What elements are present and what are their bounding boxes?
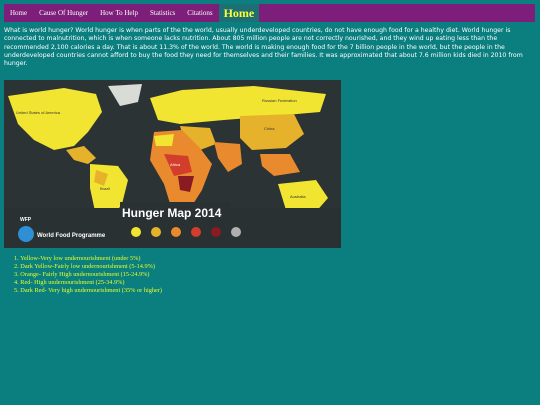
wfp-name: World Food Programme [37, 233, 106, 239]
intro-paragraph: What is world hunger? World hunger is wh… [4, 27, 523, 68]
legend-item: 2. Dark Yellow-Fairly low undernourishme… [14, 263, 155, 271]
label-asia: China [264, 126, 275, 131]
label-africa: Africa [170, 162, 181, 167]
label-south-america: Brazil [100, 186, 110, 191]
label-australia: Australia [290, 194, 306, 199]
map-title: Hunger Map 2014 [122, 206, 222, 220]
legend-item: 3. Orange- Fairly High undernourishment … [14, 271, 150, 279]
wfp-acronym: WFP [20, 217, 32, 223]
nav-item-citations[interactable]: Citations [181, 4, 218, 22]
hunger-map-image: Hunger Map 2014 WFP World Food Programme… [4, 80, 341, 248]
nav-item-statistics[interactable]: Statistics [144, 4, 181, 22]
wfp-logo-icon [18, 226, 34, 242]
legend-item: 4. Red- High undernourishment (25-34.9%) [14, 279, 125, 287]
legend-item: 1. Yellow-Very low undernourishment (und… [14, 255, 141, 262]
hunger-map-graphic: Hunger Map 2014 WFP World Food Programme… [4, 80, 341, 248]
nav-item-cause-of-hunger[interactable]: Cause Of Hunger [33, 4, 94, 22]
page-title-home: Home [218, 4, 260, 22]
label-north-america: United States of America [16, 110, 61, 115]
top-navigation-bar: Home Cause Of Hunger How To Help Statist… [4, 4, 535, 22]
undernourishment-legend: 1. Yellow-Very low undernourishment (und… [14, 255, 162, 295]
nav-item-how-to-help[interactable]: How To Help [94, 4, 144, 22]
nav-item-home[interactable]: Home [4, 4, 33, 22]
legend-item: 5. Dark Red- Very high undernourishment … [14, 287, 163, 295]
label-europe: Russian Federation [262, 98, 297, 103]
